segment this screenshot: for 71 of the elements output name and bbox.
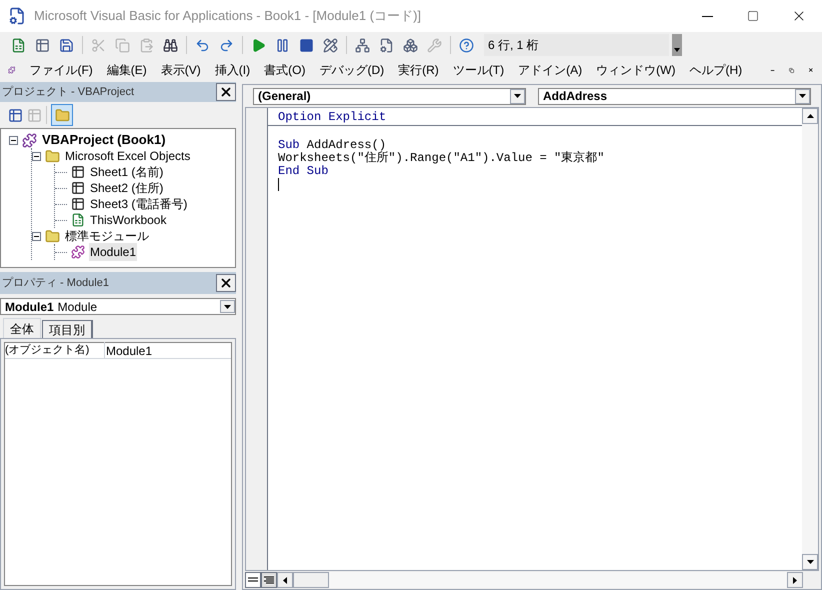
sheet-icon [71,165,85,179]
menu-item[interactable]: 実行(R) [398,61,439,79]
menu-item[interactable]: 挿入(I) [214,61,250,79]
expander-toggle[interactable] [32,152,41,160]
menu-item[interactable]: ヘルプ(H) [689,61,742,79]
property-name: (オブジェクト名) [5,342,90,358]
property-value: Module1 [105,342,152,360]
tree-item[interactable]: 標準モジュール [64,227,150,245]
scroll-left-button[interactable] [277,572,293,588]
close-icon [219,85,233,99]
scroll-up-button[interactable] [802,108,818,124]
text-cursor [278,178,279,191]
procedure-view-icon[interactable] [245,572,261,588]
scroll-right-button[interactable] [787,572,803,588]
object-selector[interactable]: Module1 Module [0,298,236,315]
scroll-thumb[interactable] [293,572,329,588]
tree-item[interactable]: ThisWorkbook [89,211,168,229]
lines-icon [248,577,258,583]
code-line: Option Explicit [277,111,388,124]
menu-item[interactable]: ウィンドウ(W) [596,61,676,79]
window-title: Microsoft Visual Basic for Applications - Book1 - [Module1 (コード)] [34,7,422,26]
object-dropdown[interactable]: (General) [253,88,526,104]
position-indicator: 6 行, 1 桁 [484,34,669,56]
folder-icon [45,148,60,164]
tree-item[interactable]: VBAProject (Book1) [41,130,167,150]
sheet-icon [71,181,85,195]
folder-icon [54,108,70,122]
full-module-view-icon[interactable] [261,572,277,588]
pane-title: プロジェクト - VBAProject [2,84,134,100]
right-arrow-icon [793,576,797,584]
code-line: Sub AddAdress() [277,139,386,152]
expander-toggle[interactable] [32,232,41,240]
object-name: Module1 [4,298,55,316]
menu-item[interactable]: デバッグ(D) [319,61,384,79]
procedure-dropdown[interactable]: AddAdress [538,88,811,104]
close-icon [219,276,233,290]
close-button[interactable] [216,83,236,101]
menu-item[interactable]: 表示(V) [160,61,201,79]
app-icon [8,7,26,25]
code-line: Worksheets("住所").Range("A1").Value = "東京都" [277,152,606,165]
folder-icon [45,228,60,244]
scroll-down-button[interactable] [802,554,818,570]
menu-item[interactable]: ツール(T) [452,61,504,79]
tree-item[interactable]: Sheet1 (名前) [89,163,164,181]
down-arrow-icon [806,560,814,564]
menu-item[interactable]: 書式(O) [264,61,306,79]
project-icon [22,132,37,148]
lines-icon [264,576,274,584]
module-icon [71,245,85,259]
tree-item[interactable]: Sheet3 (電話番号) [89,195,188,213]
view-code-icon[interactable] [8,108,23,122]
code-line: End Sub [277,165,330,178]
tree-item[interactable]: Module1 [89,243,138,261]
workbook-icon [71,213,85,227]
up-arrow-icon [806,114,814,118]
tab[interactable]: 全体 [3,318,41,338]
maximize-icon [747,10,759,22]
expander-toggle[interactable] [9,136,18,144]
menu-item[interactable]: ファイル(F) [29,61,93,79]
toolbar-options-icon[interactable] [672,34,682,56]
tree-item[interactable]: Sheet2 (住所) [89,179,164,197]
menu-item[interactable]: アドイン(A) [518,61,582,79]
tab[interactable]: 項目別 [42,320,93,338]
pane-title: プロパティ - Module1 [2,276,109,291]
sheet-icon [71,197,85,211]
close-button[interactable] [216,274,236,292]
object-type: Module [58,298,98,316]
left-arrow-icon [283,576,287,584]
folder-toggle-button[interactable] [51,104,73,126]
menu-item[interactable]: 編集(E) [106,61,147,79]
tree-item[interactable]: Microsoft Excel Objects [64,147,192,165]
